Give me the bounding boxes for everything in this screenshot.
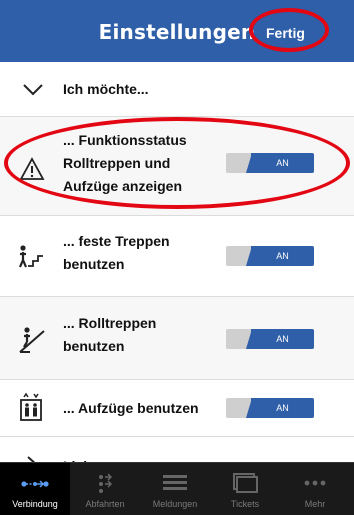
setting-label-line: Aufzüge anzeigen <box>63 178 183 194</box>
toggle-funktionsstatus[interactable]: AN <box>226 153 314 173</box>
tab-abfahrten[interactable]: Abfahrten <box>70 463 140 515</box>
setting-row-funktionsstatus: ... Funktionsstatus Rolltreppen und Aufz… <box>0 117 354 216</box>
section-header-label: Ich möchte... <box>63 81 149 97</box>
tab-mehr[interactable]: Mehr <box>280 463 350 515</box>
setting-label-line: Rolltreppen und <box>63 155 171 171</box>
toggle-state-label: AN <box>251 153 314 173</box>
done-button[interactable]: Fertig <box>266 19 305 47</box>
section-header-row[interactable]: Ich möchte... <box>0 62 354 117</box>
escalator-icon <box>19 327 45 353</box>
tab-label: Mehr <box>304 499 326 509</box>
tab-bar: Verbindung Abfahrten Meldungen Tickets M… <box>0 462 354 515</box>
tickets-icon <box>233 473 258 493</box>
toggle-state-label: AN <box>251 246 314 266</box>
departures-icon <box>99 473 113 493</box>
setting-label-line: ... Aufzüge benutzen <box>63 400 199 416</box>
setting-label-line: benutzen <box>63 338 125 354</box>
setting-row-aufzuege: ... Aufzüge benutzen AN <box>0 380 354 437</box>
tab-label: Verbindung <box>12 499 58 509</box>
tab-verbindung[interactable]: Verbindung <box>0 463 70 515</box>
stairs-icon <box>18 245 43 268</box>
chevron-down-icon <box>23 84 43 96</box>
toggle-aufzuege[interactable]: AN <box>226 398 314 418</box>
setting-label-line: benutzen <box>63 256 125 272</box>
toggle-state-label: AN <box>251 398 314 418</box>
setting-label-line: ... feste Treppen <box>63 233 170 249</box>
setting-row-feste-treppen: ... feste Treppen benutzen AN <box>0 216 354 297</box>
setting-label-line: ... Funktionsstatus <box>63 132 187 148</box>
toggle-rolltreppen[interactable]: AN <box>226 329 314 349</box>
toggle-state-label: AN <box>251 329 314 349</box>
list-icon <box>163 475 187 490</box>
tab-label: Meldungen <box>152 499 198 509</box>
elevator-icon <box>20 392 42 421</box>
tab-meldungen[interactable]: Meldungen <box>140 463 210 515</box>
toggle-feste-treppen[interactable]: AN <box>226 246 314 266</box>
tab-tickets[interactable]: Tickets <box>210 463 280 515</box>
connection-icon <box>21 480 49 488</box>
more-icon <box>304 480 326 486</box>
header-bar: Einstellungen Fertig <box>0 0 354 62</box>
setting-row-rolltreppen: ... Rolltreppen benutzen AN <box>0 297 354 380</box>
tab-label: Tickets <box>230 499 260 509</box>
setting-label-line: ... Rolltreppen <box>63 315 157 331</box>
warning-icon <box>19 157 45 180</box>
tab-label: Abfahrten <box>85 499 125 509</box>
